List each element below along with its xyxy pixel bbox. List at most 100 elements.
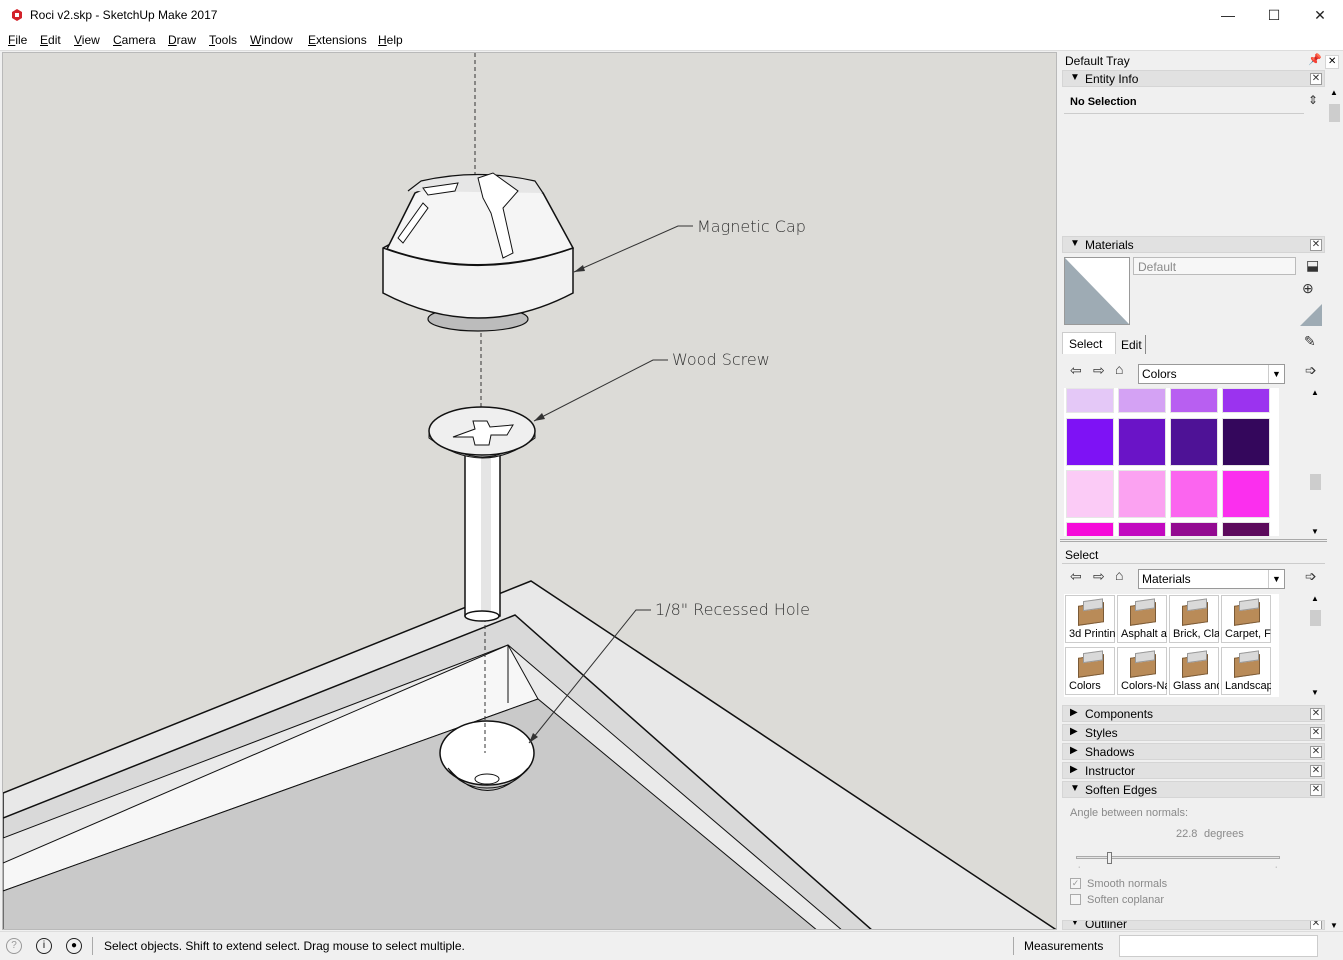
home-icon[interactable]: ⌂: [1115, 567, 1123, 583]
entity-toggle-icon[interactable]: ⇕: [1308, 93, 1318, 107]
color-swatch[interactable]: [1066, 388, 1114, 413]
sample-paint-icon[interactable]: [1300, 304, 1322, 326]
eyedropper-icon[interactable]: ✎: [1304, 333, 1316, 350]
geo-location-icon[interactable]: ?: [6, 938, 22, 954]
color-swatch[interactable]: [1170, 418, 1218, 466]
details-arrow-icon[interactable]: ➩: [1305, 362, 1317, 379]
menu-draw[interactable]: Draw: [168, 33, 196, 47]
smooth-normals-checkbox[interactable]: ✓: [1070, 878, 1081, 889]
menu-window[interactable]: Window: [250, 33, 293, 47]
details-arrow-icon[interactable]: ➩: [1305, 568, 1317, 585]
forward-arrow-icon[interactable]: ⇨: [1093, 362, 1105, 379]
menu-tools[interactable]: Tools: [209, 33, 237, 47]
collapse-arrow-icon: ▼: [1070, 783, 1080, 794]
close-button[interactable]: ✕: [1297, 0, 1343, 30]
panel-shadows[interactable]: ▶ Shadows ✕: [1062, 743, 1325, 760]
material-folder[interactable]: Landscaping: [1221, 647, 1271, 695]
home-icon[interactable]: ⌂: [1115, 361, 1123, 377]
library-dropdown[interactable]: Colors ▼: [1138, 364, 1285, 384]
menu-view[interactable]: View: [74, 33, 100, 47]
material-preview[interactable]: [1064, 257, 1130, 325]
material-folder[interactable]: Carpet, Fabric: [1221, 595, 1271, 643]
color-swatch[interactable]: [1118, 418, 1166, 466]
splitter[interactable]: [1060, 539, 1341, 542]
expand-arrow-icon: ▶: [1070, 745, 1078, 756]
slider-thumb[interactable]: [1107, 852, 1112, 864]
cap-leader: [573, 225, 693, 273]
panel-soften-edges[interactable]: ▼ Soften Edges ✕: [1062, 781, 1325, 798]
back-arrow-icon[interactable]: ⇦: [1070, 362, 1082, 379]
color-swatch-grid: [1064, 388, 1279, 536]
secondary-library-dropdown[interactable]: Materials ▼: [1138, 569, 1285, 589]
panel-materials[interactable]: ▼ Materials ✕: [1062, 236, 1325, 253]
pin-icon[interactable]: 📌: [1308, 53, 1322, 66]
panel-instructor[interactable]: ▶ Instructor ✕: [1062, 762, 1325, 779]
color-swatch[interactable]: [1066, 522, 1114, 536]
maximize-button[interactable]: ☐: [1251, 0, 1297, 30]
tab-select[interactable]: Select: [1062, 332, 1116, 354]
color-swatch[interactable]: [1170, 388, 1218, 413]
close-icon[interactable]: ✕: [1310, 784, 1322, 796]
color-swatch[interactable]: [1170, 522, 1218, 536]
callout-wood-screw: Wood Screw: [672, 350, 770, 369]
forward-arrow-icon[interactable]: ⇨: [1093, 568, 1105, 585]
swatch-scrollbar[interactable]: ▲ ▼: [1308, 388, 1323, 536]
menu-camera[interactable]: Camera: [113, 33, 156, 47]
color-swatch[interactable]: [1066, 418, 1114, 466]
color-swatch[interactable]: [1222, 522, 1270, 536]
tray-scrollbar[interactable]: ▲ ▼: [1327, 88, 1342, 930]
color-swatch[interactable]: [1118, 522, 1166, 536]
close-icon[interactable]: ✕: [1310, 921, 1322, 929]
tray-close-button[interactable]: ✕: [1325, 55, 1339, 69]
color-swatch[interactable]: [1222, 388, 1270, 413]
close-icon[interactable]: ✕: [1310, 708, 1322, 720]
info-icon[interactable]: i: [36, 938, 52, 954]
folder-scrollbar[interactable]: ▲ ▼: [1308, 594, 1323, 697]
angle-slider[interactable]: [1076, 852, 1280, 864]
model-viewport[interactable]: Magnetic Cap Wood Screw 1/8" Recessed Ho…: [2, 52, 1057, 930]
material-folder[interactable]: 3d Printing: [1065, 595, 1115, 643]
menu-edit[interactable]: Edit: [40, 33, 61, 47]
menu-file[interactable]: File: [8, 33, 27, 47]
tray-title: Default Tray: [1065, 54, 1130, 68]
tab-edit[interactable]: Edit: [1116, 335, 1146, 354]
close-icon[interactable]: ✕: [1310, 239, 1322, 251]
display-secondary-icon[interactable]: ⬓: [1306, 257, 1319, 274]
menu-extensions[interactable]: Extensions: [308, 33, 367, 47]
color-swatch[interactable]: [1066, 470, 1114, 518]
create-material-icon[interactable]: ⊕: [1302, 280, 1314, 297]
sketchup-logo-icon: [12, 9, 22, 21]
color-swatch[interactable]: [1170, 470, 1218, 518]
panel-outliner[interactable]: ▼ Outliner ✕: [1062, 920, 1325, 930]
folder-icon: [1234, 654, 1260, 678]
material-name-field[interactable]: Default: [1133, 257, 1296, 275]
color-swatch[interactable]: [1118, 470, 1166, 518]
menu-help[interactable]: Help: [378, 33, 403, 47]
close-icon[interactable]: ✕: [1310, 746, 1322, 758]
color-swatch[interactable]: [1222, 418, 1270, 466]
material-folder[interactable]: Glass and Mirrors: [1169, 647, 1219, 695]
soften-coplanar-checkbox[interactable]: [1070, 894, 1081, 905]
user-icon[interactable]: ●: [66, 938, 82, 954]
panel-components[interactable]: ▶ Components ✕: [1062, 705, 1325, 722]
material-folder[interactable]: Brick, Cladding and Siding: [1169, 595, 1219, 643]
expand-arrow-icon: ▶: [1070, 726, 1078, 737]
close-icon[interactable]: ✕: [1310, 727, 1322, 739]
measurements-label: Measurements: [1024, 939, 1104, 953]
angle-unit: degrees: [1204, 828, 1244, 840]
material-folder[interactable]: Asphalt and Concrete: [1117, 595, 1167, 643]
screw-leader: [533, 359, 668, 422]
panel-styles[interactable]: ▶ Styles ✕: [1062, 724, 1325, 741]
panel-label-materials: Materials: [1085, 238, 1134, 252]
close-icon[interactable]: ✕: [1310, 73, 1322, 85]
measurements-input[interactable]: [1119, 935, 1318, 957]
color-swatch[interactable]: [1118, 388, 1166, 413]
panel-entity-info[interactable]: ▼ Entity Info ✕: [1062, 70, 1325, 87]
material-folder[interactable]: Colors: [1065, 647, 1115, 695]
material-folder[interactable]: Colors-Named: [1117, 647, 1167, 695]
minimize-button[interactable]: —: [1205, 0, 1251, 30]
color-swatch[interactable]: [1222, 470, 1270, 518]
back-arrow-icon[interactable]: ⇦: [1070, 568, 1082, 585]
close-icon[interactable]: ✕: [1310, 765, 1322, 777]
folder-icon: [1130, 654, 1156, 678]
